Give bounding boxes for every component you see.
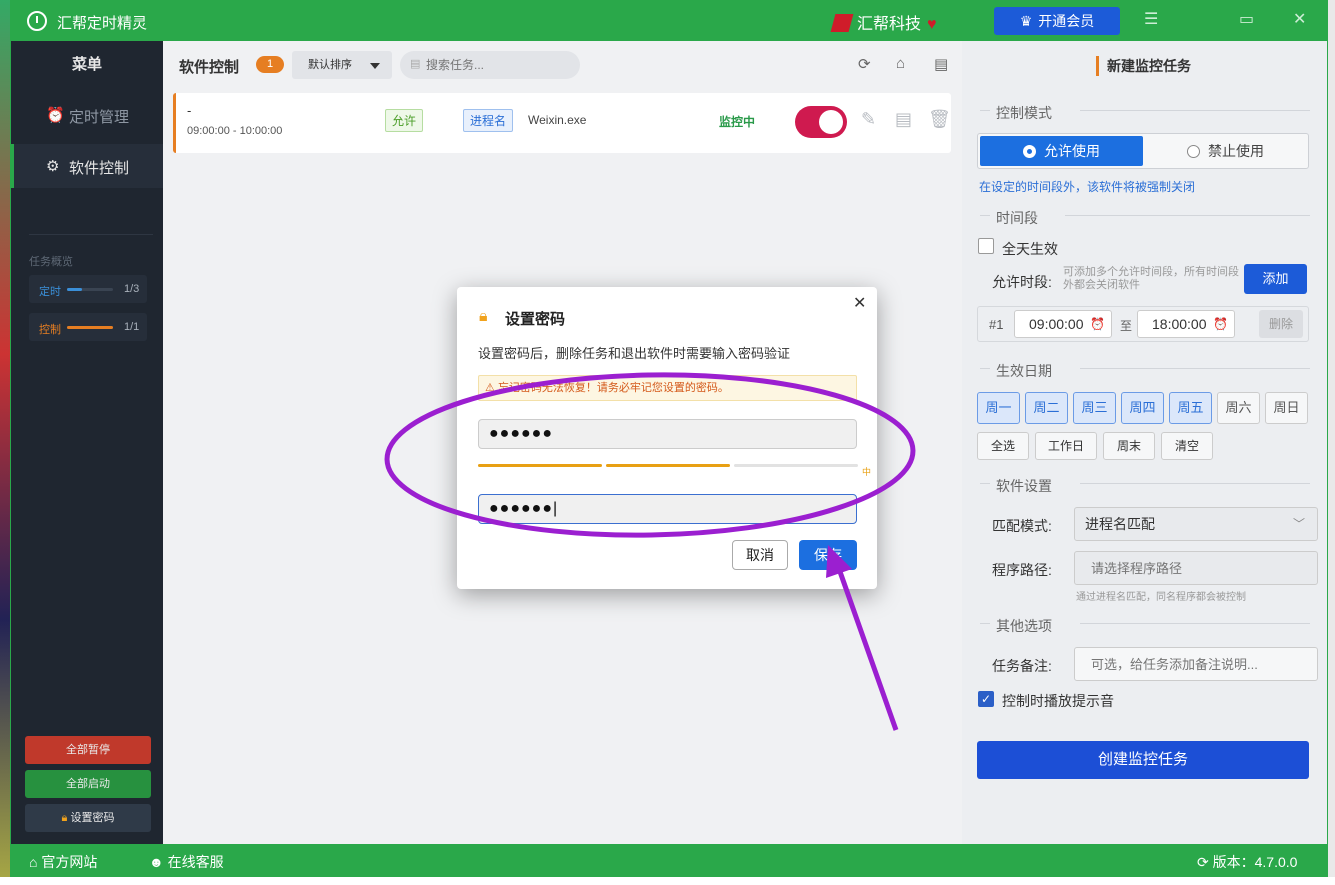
strength-label: 中: [862, 467, 872, 477]
confirm-password-input[interactable]: ●●●●●●|: [478, 494, 857, 524]
confirm-password-value: ●●●●●●: [489, 500, 553, 517]
dialog-title: 设置密码: [505, 311, 566, 328]
warning-banner: ⚠ 忘记密码无法恢复！请务必牢记您设置的密码。: [478, 375, 857, 401]
password-input[interactable]: ●●●●●●: [478, 419, 857, 449]
set-password-dialog: ✕ 🔒︎ 设置密码 设置密码后，删除任务和退出软件时需要输入密码验证 ⚠ 忘记密…: [457, 287, 877, 589]
modal-overlay: ✕ 🔒︎ 设置密码 设置密码后，删除任务和退出软件时需要输入密码验证 ⚠ 忘记密…: [0, 0, 1335, 885]
strength-bar-2: [606, 464, 730, 467]
cancel-button[interactable]: 取消: [732, 540, 788, 570]
lock-icon: 🔒︎: [479, 308, 488, 325]
strength-bar-1: [478, 464, 602, 467]
save-button[interactable]: 保存: [799, 540, 857, 570]
dialog-description: 设置密码后，删除任务和退出软件时需要输入密码验证: [478, 346, 791, 361]
strength-bar-3: [734, 464, 858, 467]
warning-icon: ⚠: [485, 382, 495, 394]
close-icon[interactable]: ✕: [853, 293, 866, 313]
text-cursor: |: [552, 500, 559, 517]
warning-text: 忘记密码无法恢复！请务必牢记您设置的密码。: [497, 382, 729, 394]
